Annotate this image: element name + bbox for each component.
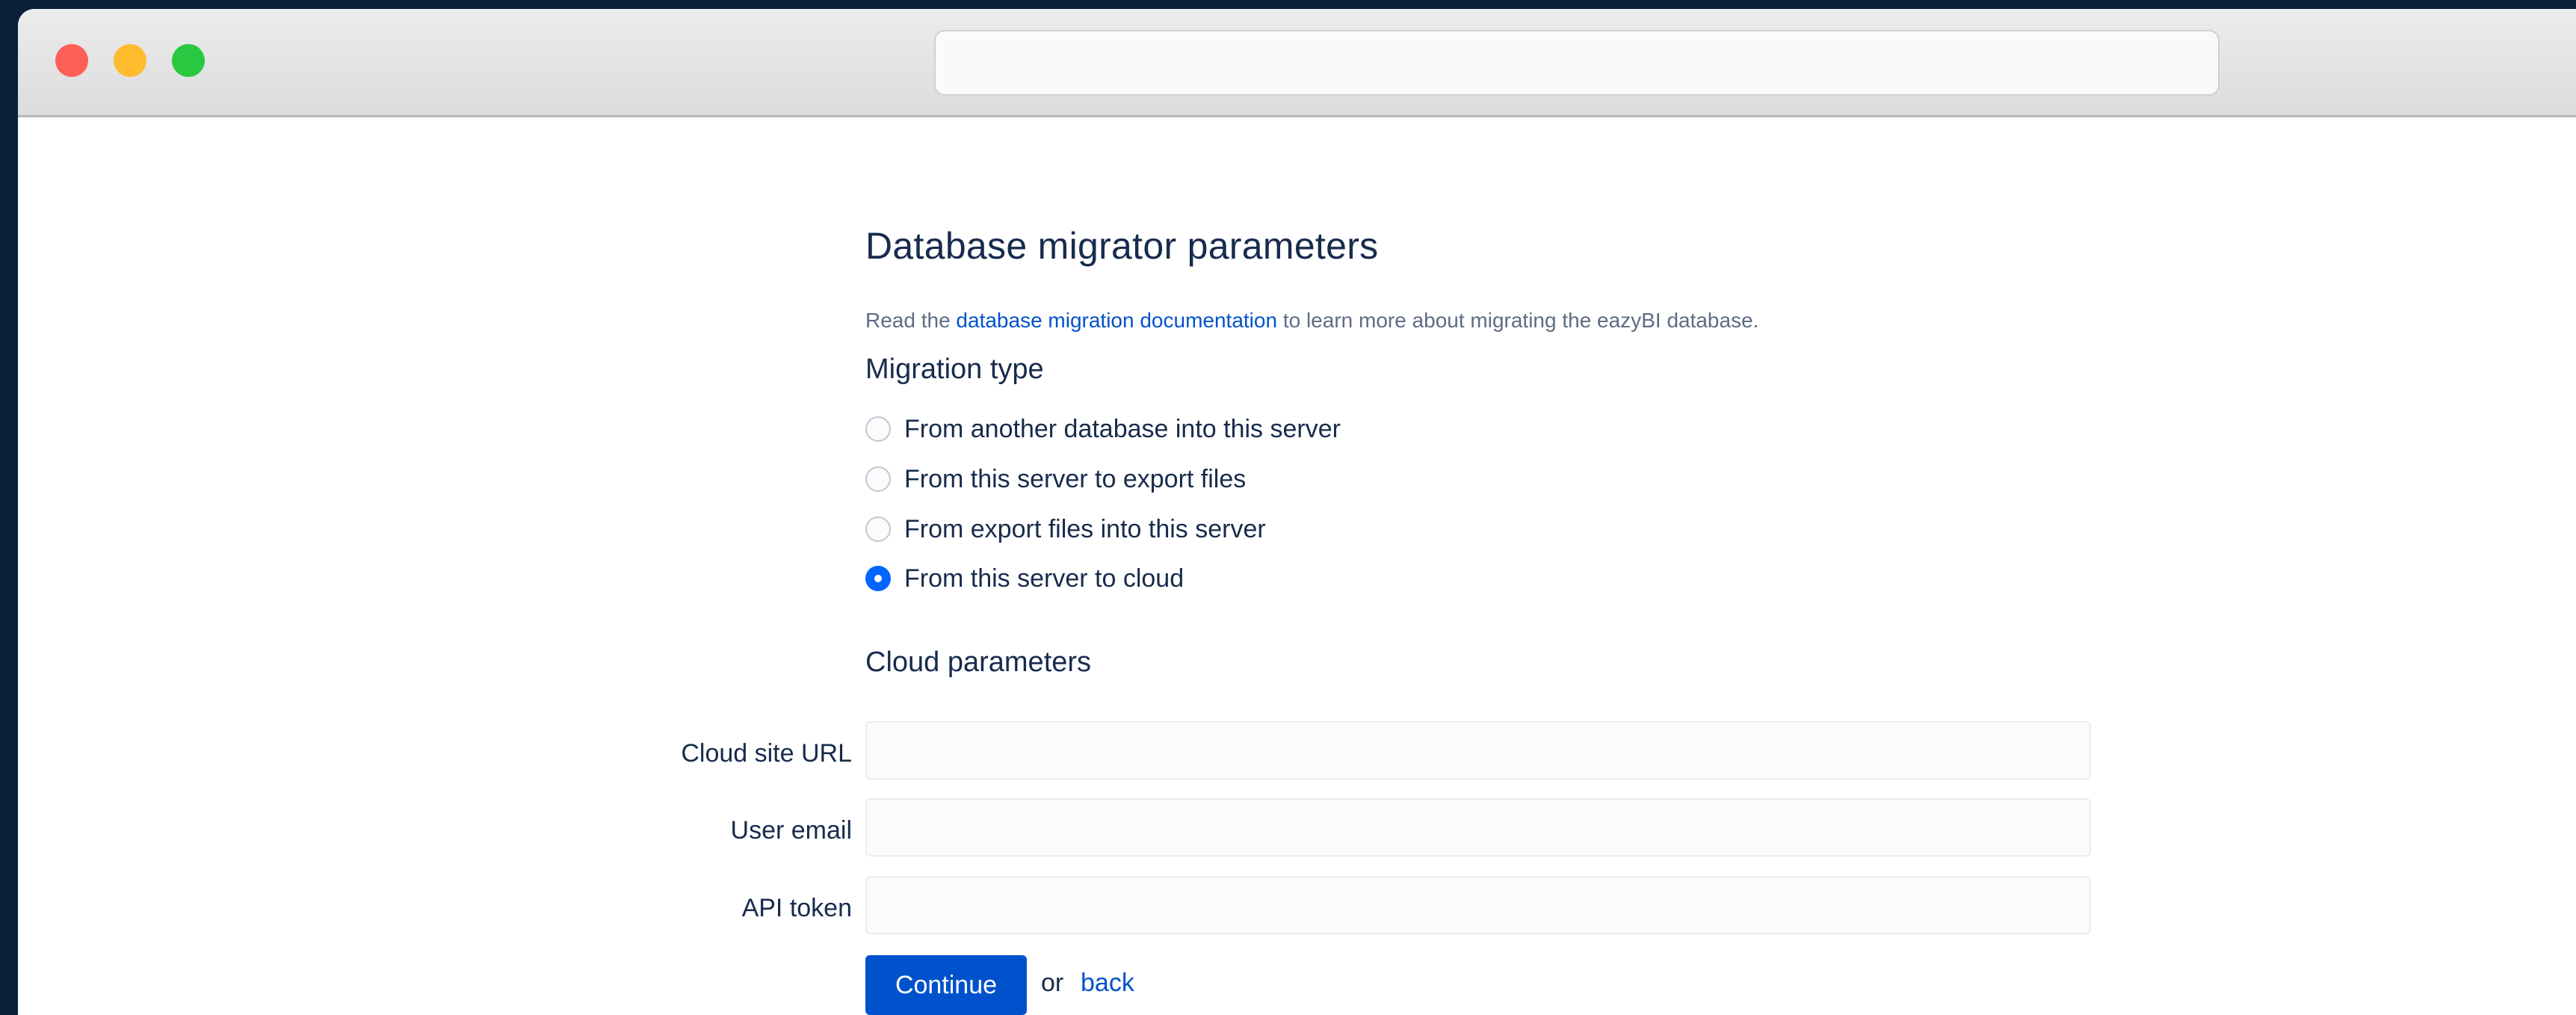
maximize-window-button[interactable] xyxy=(172,44,205,77)
documentation-link[interactable]: database migration documentation xyxy=(956,309,1277,332)
user-email-input[interactable] xyxy=(865,798,2091,857)
radio-option-server-to-cloud[interactable]: From this server to cloud xyxy=(865,561,1184,596)
radio-label: From another database into this server xyxy=(904,414,1341,443)
radio-option-export-files[interactable]: From this server to export files xyxy=(865,461,1246,497)
intro-text: Read the database migration documentatio… xyxy=(865,309,1758,333)
back-link[interactable]: back xyxy=(1081,969,1134,998)
intro-suffix: to learn more about migrating the eazyBI… xyxy=(1277,309,1759,332)
continue-button[interactable]: Continue xyxy=(865,955,1027,1015)
browser-window: Database migrator parameters Read the da… xyxy=(18,9,2576,1015)
radio-button[interactable] xyxy=(865,416,891,442)
or-text: or xyxy=(1041,969,1064,997)
radio-button-selected[interactable] xyxy=(865,566,891,591)
radio-label: From export files into this server xyxy=(904,514,1266,543)
cloud-site-url-input[interactable] xyxy=(865,721,2091,780)
radio-label: From this server to export files xyxy=(904,464,1247,493)
title-bar xyxy=(18,9,2576,117)
api-token-label: API token xyxy=(741,894,852,922)
minimize-window-button[interactable] xyxy=(114,44,146,77)
close-window-button[interactable] xyxy=(55,44,88,77)
radio-label: From this server to cloud xyxy=(904,564,1184,593)
migration-type-heading: Migration type xyxy=(865,354,1044,385)
intro-prefix: Read the xyxy=(865,309,957,332)
cloud-site-url-label: Cloud site URL xyxy=(681,739,852,768)
page-title: Database migrator parameters xyxy=(865,225,1379,267)
radio-button[interactable] xyxy=(865,466,891,492)
radio-option-import-export-files[interactable]: From export files into this server xyxy=(865,511,1266,547)
api-token-input[interactable] xyxy=(865,876,2091,934)
cloud-parameters-heading: Cloud parameters xyxy=(865,647,1092,678)
page-content: Database migrator parameters Read the da… xyxy=(18,117,2576,1015)
address-bar[interactable] xyxy=(934,30,2220,96)
user-email-label: User email xyxy=(730,816,852,845)
radio-option-another-database[interactable]: From another database into this server xyxy=(865,411,1341,447)
radio-button[interactable] xyxy=(865,516,891,542)
